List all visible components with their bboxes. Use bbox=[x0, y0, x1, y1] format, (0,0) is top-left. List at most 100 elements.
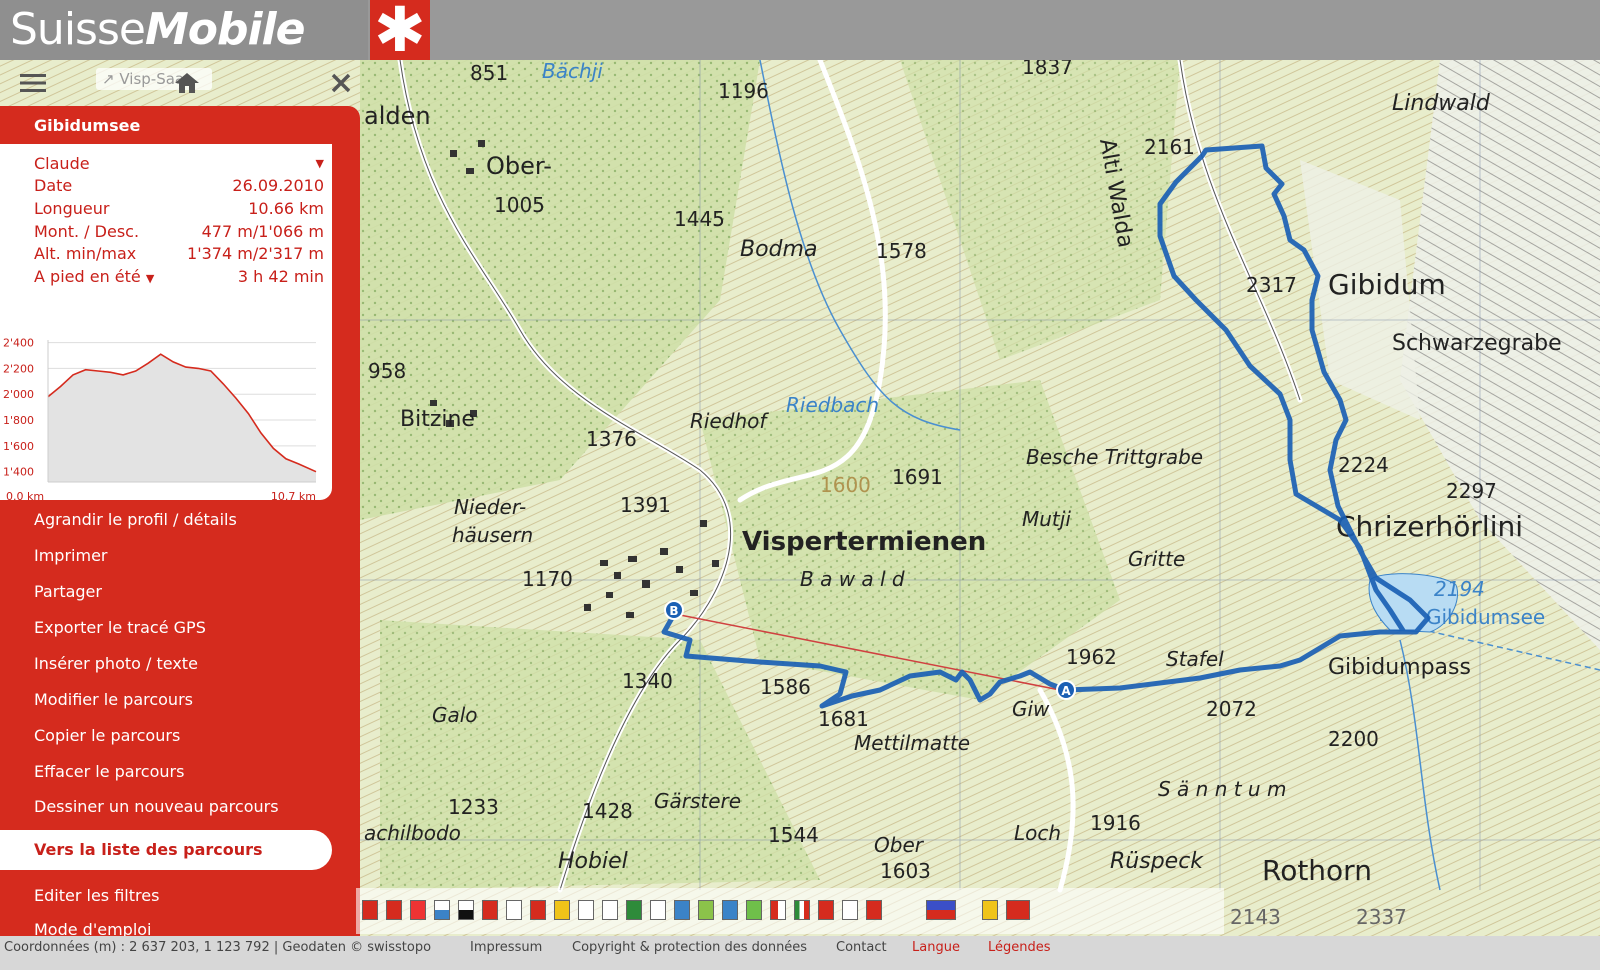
hamburger-icon[interactable] bbox=[16, 68, 50, 98]
map-label: Bodma bbox=[740, 237, 817, 262]
map-label: Lindwald bbox=[1392, 91, 1491, 116]
canton-flag-icon[interactable] bbox=[434, 900, 450, 920]
canton-flag-icon[interactable] bbox=[982, 900, 998, 920]
menu-copy-route[interactable]: Copier le parcours bbox=[34, 726, 180, 750]
top-bar: SuisseMobile ✱ bbox=[0, 0, 1600, 61]
map-label: 1428 bbox=[582, 799, 633, 823]
menu-print[interactable]: Imprimer bbox=[34, 546, 108, 570]
map-label: 1600 bbox=[820, 473, 871, 497]
canton-flag-icon[interactable] bbox=[650, 900, 666, 920]
profile-x-end-label: 10.7 km bbox=[271, 490, 316, 502]
canton-flag-icon[interactable] bbox=[506, 900, 522, 920]
menu-draw-new-route[interactable]: Dessiner un nouveau parcours bbox=[34, 797, 279, 821]
detail-label: Mont. / Desc. bbox=[34, 222, 140, 241]
canton-flag-icon[interactable] bbox=[698, 900, 714, 920]
footer-link-impressum[interactable]: Impressum bbox=[470, 940, 542, 955]
footer-link-language[interactable]: Langue bbox=[912, 940, 960, 955]
canton-flag-icon[interactable] bbox=[746, 900, 762, 920]
route-list-button[interactable]: Vers la liste des parcours bbox=[0, 830, 332, 870]
map-label: Gärstere bbox=[654, 789, 741, 813]
mode-label[interactable]: A pied en été bbox=[34, 267, 141, 286]
canton-flag-icon[interactable] bbox=[410, 900, 426, 920]
canton-flag-icon[interactable] bbox=[722, 900, 738, 920]
menu-enlarge-profile[interactable]: Agrandir le profil / détails bbox=[34, 510, 237, 534]
map-label: 851 bbox=[470, 61, 508, 85]
close-icon[interactable] bbox=[324, 68, 358, 98]
detail-value: 26.09.2010 bbox=[232, 176, 324, 195]
chevron-down-icon[interactable]: ▼ bbox=[316, 157, 324, 170]
canton-flag-icon[interactable] bbox=[674, 900, 690, 920]
profile-y-tick-label: 2'200 bbox=[3, 362, 34, 375]
tour-user: Claude bbox=[34, 154, 90, 173]
canton-flag-icon[interactable] bbox=[794, 900, 810, 920]
canton-flag-icon[interactable] bbox=[458, 900, 474, 920]
detail-row: Longueur 10.66 km bbox=[34, 199, 324, 221]
map-label: alden bbox=[364, 102, 431, 130]
canton-flag-icon[interactable] bbox=[362, 900, 378, 920]
map-label: 1445 bbox=[674, 207, 725, 231]
menu-share[interactable]: Partager bbox=[34, 582, 102, 606]
map-label: 1578 bbox=[876, 239, 927, 263]
map-label: Riedhof bbox=[690, 409, 769, 433]
canton-flag-icon[interactable] bbox=[842, 900, 858, 920]
route-start-marker[interactable]: A bbox=[1056, 680, 1076, 700]
elevation-profile-chart[interactable]: 2'400 2'200 2'000 1'800 1'600 1'400 0.0 km 10.7… bbox=[0, 332, 332, 503]
canton-flag-icon[interactable] bbox=[530, 900, 546, 920]
home-icon[interactable] bbox=[170, 68, 204, 98]
menu-edit-filters[interactable]: Editer les filtres bbox=[34, 886, 159, 910]
menu-export-gps[interactable]: Exporter le tracé GPS bbox=[34, 618, 206, 642]
app-logo[interactable]: SuisseMobile bbox=[0, 0, 368, 60]
canton-flags-strip bbox=[356, 888, 1224, 934]
profile-x-start-label: 0.0 km bbox=[6, 490, 44, 502]
profile-y-tick-label: 1'600 bbox=[3, 440, 34, 453]
menu-delete-route[interactable]: Effacer le parcours bbox=[34, 762, 184, 786]
swiss-flag-icon[interactable] bbox=[1006, 900, 1030, 920]
canton-flag-icon[interactable] bbox=[602, 900, 618, 920]
canton-flag-icon[interactable] bbox=[818, 900, 834, 920]
detail-value: 10.66 km bbox=[248, 199, 324, 218]
map-label: Mutji bbox=[1022, 507, 1071, 531]
footer-link-copyright[interactable]: Copyright & protection des données bbox=[572, 940, 807, 955]
route-end-marker[interactable]: B bbox=[664, 600, 684, 620]
map-label: 2072 bbox=[1206, 697, 1257, 721]
mode-duration: 3 h 42 min bbox=[237, 267, 324, 286]
map-label: 1005 bbox=[494, 193, 545, 217]
profile-y-tick-label: 1'400 bbox=[3, 466, 34, 479]
canton-flag-icon[interactable] bbox=[866, 900, 882, 920]
canton-flag-icon[interactable] bbox=[578, 900, 594, 920]
canton-flag-icon[interactable] bbox=[770, 900, 786, 920]
detail-row: Mont. / Desc. 477 m/1'066 m bbox=[34, 222, 324, 244]
liechtenstein-flag-icon[interactable] bbox=[926, 900, 956, 920]
detail-row: Date 26.09.2010 bbox=[34, 176, 324, 198]
canton-flag-icon[interactable] bbox=[626, 900, 642, 920]
menu-help[interactable]: Mode d'emploi bbox=[34, 920, 152, 936]
detail-row: Alt. min/max 1'374 m/2'317 m bbox=[34, 244, 324, 266]
map-label: Besche Trittgrabe bbox=[1026, 445, 1203, 469]
map-label: häusern bbox=[452, 523, 533, 547]
canton-flag-icon[interactable] bbox=[386, 900, 402, 920]
mode-row[interactable]: A pied en été ▼ 3 h 42 min bbox=[34, 267, 324, 289]
brand-second: Mobile bbox=[144, 4, 306, 55]
canton-flag-icon[interactable] bbox=[554, 900, 570, 920]
footer-link-legends[interactable]: Légendes bbox=[988, 940, 1051, 955]
map-label: Stafel bbox=[1166, 647, 1224, 671]
tour-user-select[interactable]: Claude ▼ bbox=[34, 154, 324, 176]
elevation-profile-svg: 2'400 2'200 2'000 1'800 1'600 1'400 0.0 km 10.7… bbox=[3, 337, 317, 503]
map-label: 958 bbox=[368, 359, 406, 383]
map-label: S ä n n t u m bbox=[1158, 777, 1286, 801]
map-label: Schwarzegrabe bbox=[1392, 331, 1562, 356]
map-label: Bitzine bbox=[400, 407, 475, 432]
map-label: Gibidumpass bbox=[1328, 655, 1471, 680]
map-label: 1233 bbox=[448, 795, 499, 819]
map-label: 1376 bbox=[586, 427, 637, 451]
footer-link-contact[interactable]: Contact bbox=[836, 940, 887, 955]
canton-flag-icon[interactable] bbox=[482, 900, 498, 920]
map-label: 2337 bbox=[1356, 905, 1407, 929]
coordinates-readout: Coordonnées (m) : 2 637 203, 1 123 792 |… bbox=[4, 940, 432, 955]
svg-text:A: A bbox=[1061, 684, 1071, 698]
chevron-down-icon[interactable]: ▼ bbox=[146, 272, 154, 285]
menu-edit-route[interactable]: Modifier le parcours bbox=[34, 690, 193, 714]
menu-insert-photo[interactable]: Insérer photo / texte bbox=[34, 654, 198, 678]
tour-panel: Gibidumsee Claude ▼ Date 26.09.2010 Long… bbox=[0, 106, 360, 952]
detail-value: 477 m/1'066 m bbox=[201, 222, 324, 241]
